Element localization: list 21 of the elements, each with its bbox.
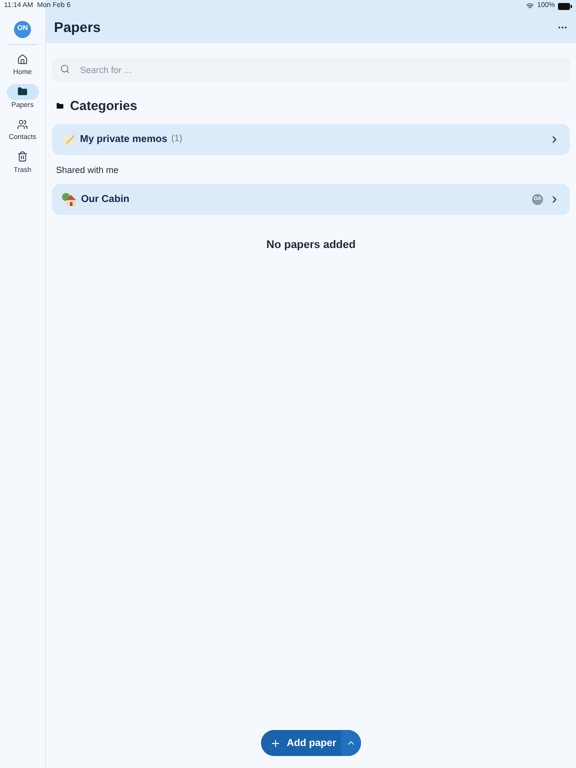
notepad-pencil-icon bbox=[62, 132, 76, 146]
contacts-icon bbox=[17, 118, 28, 130]
page-title: Papers bbox=[54, 18, 101, 37]
category-name: Our Cabin bbox=[81, 193, 130, 207]
home-icon bbox=[17, 54, 28, 64]
trash-icon bbox=[17, 151, 28, 162]
section-label: Shared with me bbox=[56, 164, 120, 176]
empty-message: No papers added bbox=[265, 238, 357, 253]
search-field[interactable]: Search for ... bbox=[52, 58, 570, 82]
folder-icon bbox=[17, 86, 28, 97]
battery-icon bbox=[558, 2, 572, 10]
folder-icon bbox=[56, 102, 64, 110]
wifi-icon bbox=[526, 2, 534, 10]
section-title: Categories bbox=[70, 97, 138, 115]
expand-button[interactable] bbox=[341, 730, 362, 756]
search-icon bbox=[60, 64, 70, 74]
category-name: My private memos bbox=[80, 132, 168, 146]
category-row[interactable]: My private memos (1) bbox=[52, 124, 570, 154]
item-count: (1) bbox=[171, 132, 182, 146]
house-tree-icon bbox=[62, 192, 77, 207]
plus-icon bbox=[270, 738, 281, 748]
